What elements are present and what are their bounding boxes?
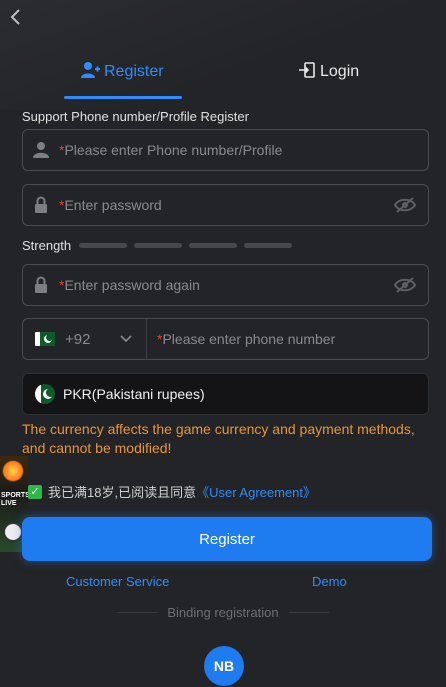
strength-bar (134, 242, 183, 248)
section-label: Support Phone number/Profile Register (22, 109, 249, 124)
auth-tabs: Register Login (0, 58, 446, 99)
password-placeholder: *Enter password (59, 197, 162, 213)
lock-icon (23, 276, 59, 294)
nb-logo-button[interactable]: NB (204, 646, 244, 686)
country-code: +92 (65, 330, 91, 348)
password-again-field[interactable]: *Enter password again (22, 264, 429, 306)
strength-bar (244, 242, 293, 248)
agreement-row: ✓ 我已满18岁,已阅读且同意 《User Agreement》 (28, 482, 316, 501)
phone-profile-field[interactable]: *Please enter Phone number/Profile (22, 129, 429, 171)
strength-bar (79, 242, 128, 248)
binding-label: Binding registration (167, 605, 279, 620)
divider (117, 612, 158, 613)
active-tab-indicator (64, 96, 182, 99)
soccer-ball-icon (3, 522, 23, 542)
register-button[interactable]: Register (22, 517, 432, 561)
fire-ball-icon (2, 460, 24, 482)
country-code-select[interactable]: +92 (23, 319, 147, 359)
tab-login[interactable]: Login (298, 58, 359, 86)
currency-select[interactable]: PKR(Pakistani rupees) (22, 373, 429, 415)
password-field[interactable]: *Enter password (22, 184, 429, 226)
eye-off-icon[interactable] (393, 276, 417, 299)
login-icon (298, 61, 320, 84)
tab-register[interactable]: Register (80, 58, 164, 86)
phone-profile-placeholder: *Please enter Phone number/Profile (59, 142, 283, 158)
chevron-down-icon (120, 330, 132, 348)
promo-text: SPORTS LIVE (1, 492, 28, 507)
nb-logo-icon: NB (213, 658, 235, 674)
tab-register-label: Register (104, 63, 164, 80)
demo-link[interactable]: Demo (312, 574, 347, 589)
strength-bar (189, 242, 238, 248)
back-arrow-icon[interactable] (8, 8, 30, 30)
user-icon (23, 141, 59, 159)
customer-service-link[interactable]: Customer Service (66, 574, 169, 589)
password-again-placeholder: *Enter password again (59, 277, 200, 293)
password-strength: Strength (22, 237, 299, 253)
lock-icon (23, 196, 59, 214)
phone-number-input[interactable]: *Please enter phone number (157, 331, 335, 347)
agreement-text: 我已满18岁,已阅读且同意 (48, 485, 197, 500)
tab-login-label: Login (320, 63, 360, 80)
add-user-icon (80, 61, 104, 84)
currency-value: PKR(Pakistani rupees) (63, 386, 205, 402)
user-agreement-link[interactable]: 《User Agreement》 (196, 482, 316, 501)
binding-registration: Binding registration (0, 605, 446, 620)
eye-off-icon[interactable] (393, 196, 417, 219)
pakistan-flag-icon (35, 384, 55, 404)
agreement-checkbox[interactable]: ✓ (28, 484, 42, 499)
divider (288, 612, 329, 613)
strength-label: Strength (22, 237, 72, 253)
currency-notice: The currency affects the game currency a… (22, 421, 415, 456)
phone-number-field: +92 *Please enter phone number (22, 318, 429, 360)
pakistan-flag-icon (35, 332, 55, 346)
